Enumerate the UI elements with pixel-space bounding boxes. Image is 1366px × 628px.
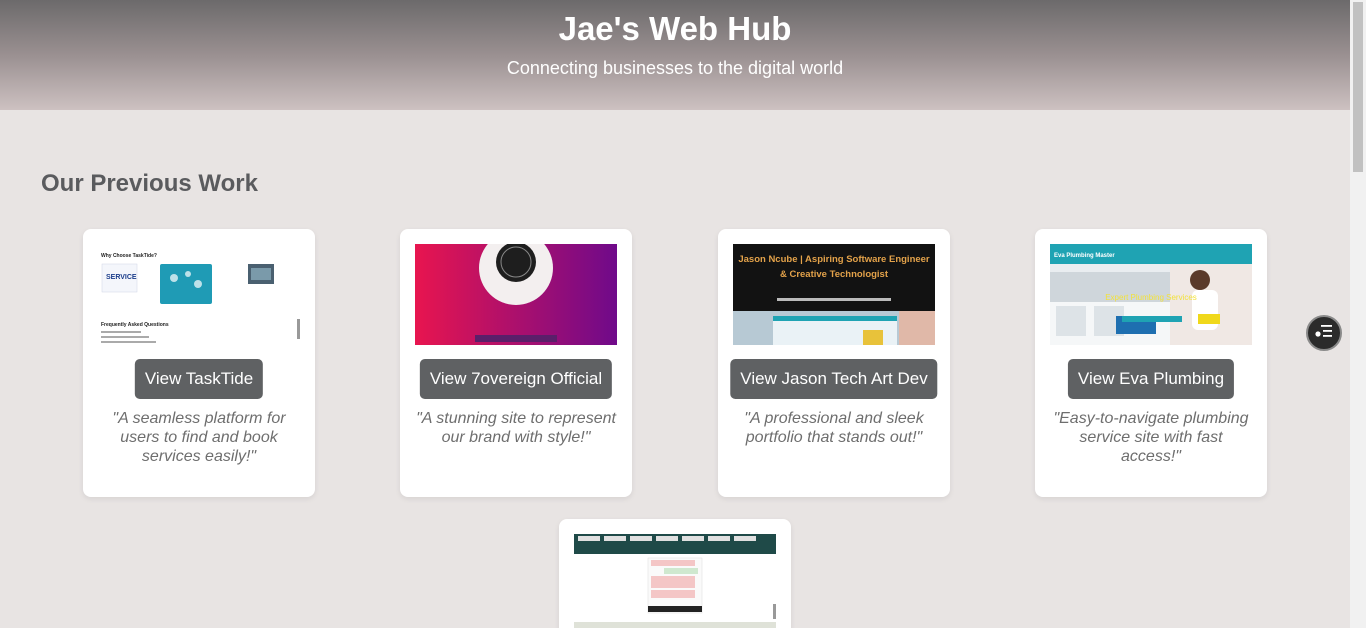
view-jason-tech-button[interactable]: View Jason Tech Art Dev	[730, 359, 938, 399]
svg-text:SERVICE: SERVICE	[106, 274, 137, 281]
testimonial-quote: "A seamless platform for users to find a…	[112, 410, 286, 465]
view-tasktide-button[interactable]: View TaskTide	[134, 359, 264, 399]
testimonial-quote: "Easy-to-navigate plumbing service site …	[1053, 410, 1249, 465]
testimonial-quote: "A stunning site to represent our brand …	[416, 410, 616, 446]
portfolio-card-tasktide: Why Choose TaskTide? SERVICE Frequently …	[83, 229, 315, 497]
portfolio-card-eva-plumbing: Eva Plumbing Master Expert Plumbing Serv…	[1035, 229, 1267, 497]
7overeign-thumbnail	[415, 244, 617, 345]
portfolio-card-7overeign: View 7overeign Official "A stunning site…	[400, 229, 632, 497]
thumb-subheading: Frequently Asked Questions	[101, 322, 169, 328]
thumb-brand: Eva Plumbing Master	[1054, 253, 1115, 259]
hero-header: Jae's Web Hub Connecting businesses to t…	[0, 0, 1350, 110]
jason-tech-thumbnail: Jason Ncube | Aspiring Software Engineer…	[733, 244, 935, 345]
tasktide-thumbnail: Why Choose TaskTide? SERVICE Frequently …	[98, 244, 300, 345]
project-5-thumbnail	[574, 534, 776, 628]
testimonial-quote: "A professional and sleek portfolio that…	[744, 410, 924, 446]
thumb-heading: Why Choose TaskTide?	[101, 253, 157, 259]
page: Jae's Web Hub Connecting businesses to t…	[0, 0, 1366, 628]
portfolio-card-5	[559, 519, 791, 628]
page-scrollbar[interactable]	[1350, 0, 1366, 628]
floating-menu-button[interactable]	[1306, 315, 1342, 351]
scrollbar-thumb[interactable]	[1353, 2, 1363, 172]
section-title: Our Previous Work	[41, 170, 258, 197]
portfolio-card-jason-tech: Jason Ncube | Aspiring Software Engineer…	[718, 229, 950, 497]
view-eva-plumbing-button[interactable]: View Eva Plumbing	[1067, 359, 1235, 399]
view-7overeign-button[interactable]: View 7overeign Official	[419, 359, 613, 399]
eva-plumbing-thumbnail: Eva Plumbing Master Expert Plumbing Serv…	[1050, 244, 1252, 345]
site-title: Jae's Web Hub	[558, 10, 792, 47]
thumb-tagline: Expert Plumbing Services	[1105, 293, 1197, 302]
site-tagline: Connecting businesses to the digital wor…	[506, 58, 844, 78]
thumb-heading: Jason Ncube | Aspiring Software Engineer…	[738, 254, 930, 280]
toc-list-icon	[1315, 323, 1333, 344]
